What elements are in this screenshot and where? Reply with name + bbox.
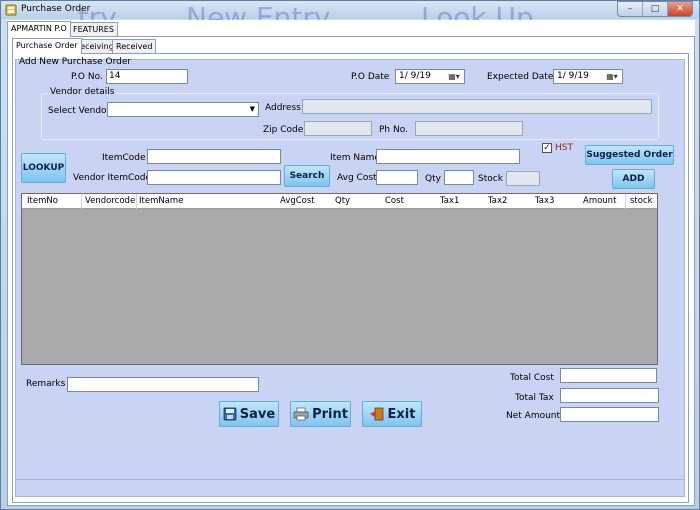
select-vendor-dropdown[interactable]: ▼ bbox=[107, 102, 259, 117]
calendar-dropdown-icon[interactable]: ▦▾ bbox=[604, 71, 620, 82]
column-header[interactable]: AvgCost bbox=[280, 196, 315, 206]
vendor-itemcode-input[interactable] bbox=[147, 170, 281, 185]
expected-date-label: Expected Date bbox=[487, 72, 554, 82]
purchase-order-window: Purchase Order ...try New Entry Look Up … bbox=[0, 0, 700, 510]
tab-apmartin-po[interactable]: APMARTIN P.O bbox=[7, 21, 71, 37]
vendor-details-title: Vendor details bbox=[48, 87, 117, 97]
zip-code-field[interactable] bbox=[304, 121, 372, 136]
close-button[interactable]: ✕ bbox=[668, 2, 692, 16]
po-date-value: 1/ 9/19 bbox=[399, 71, 431, 81]
items-grid[interactable]: ItemNo Vendorcode ItemName AvgCost Qty C… bbox=[21, 193, 658, 365]
stock-label: Stock bbox=[478, 174, 503, 184]
column-divider[interactable] bbox=[81, 194, 82, 209]
column-header[interactable]: Tax2 bbox=[488, 196, 507, 206]
search-button[interactable]: Search bbox=[284, 165, 330, 187]
total-tax-label: Total Tax bbox=[515, 393, 554, 403]
column-header[interactable]: ItemName bbox=[139, 196, 183, 206]
exit-button[interactable]: Exit bbox=[362, 401, 422, 427]
column-header[interactable]: Tax3 bbox=[535, 196, 554, 206]
expected-date-picker[interactable]: 1/ 9/19 ▦▾ bbox=[553, 69, 623, 84]
phone-label: Ph No. bbox=[379, 125, 408, 135]
stock-field[interactable] bbox=[506, 171, 540, 186]
column-header[interactable]: Tax1 bbox=[440, 196, 459, 206]
column-header[interactable]: Amount bbox=[583, 196, 616, 206]
lookup-button[interactable]: LOOKUP bbox=[21, 153, 66, 183]
item-name-input[interactable] bbox=[376, 149, 520, 164]
remarks-input[interactable] bbox=[67, 377, 259, 392]
expected-date-value: 1/ 9/19 bbox=[557, 71, 589, 81]
column-divider[interactable] bbox=[625, 194, 626, 209]
total-cost-label: Total Cost bbox=[510, 373, 554, 383]
qty-input[interactable] bbox=[444, 170, 474, 185]
qty-label: Qty bbox=[425, 174, 441, 184]
app-window-icon bbox=[5, 4, 17, 16]
column-header[interactable]: Cost bbox=[385, 196, 404, 206]
total-tax-field[interactable] bbox=[560, 388, 659, 403]
add-button[interactable]: ADD bbox=[612, 169, 655, 189]
po-no-input[interactable]: 14 bbox=[106, 69, 188, 84]
total-cost-field[interactable] bbox=[560, 368, 657, 383]
print-button[interactable]: Print bbox=[290, 401, 351, 427]
save-button-label: Save bbox=[239, 406, 276, 422]
itemcode-label: ItemCode bbox=[102, 153, 146, 163]
grid-header: ItemNo Vendorcode ItemName AvgCost Qty C… bbox=[22, 194, 657, 209]
po-date-label: P.O Date bbox=[351, 72, 390, 82]
column-divider[interactable] bbox=[136, 194, 137, 209]
net-amount-label: Net Amount bbox=[506, 411, 561, 421]
printer-icon bbox=[293, 407, 309, 421]
chevron-down-icon: ▼ bbox=[249, 105, 255, 113]
zip-code-label: Zip Code bbox=[263, 125, 304, 135]
tab-received[interactable]: Received bbox=[112, 39, 157, 54]
hst-label: HST bbox=[555, 143, 573, 153]
maximize-button[interactable]: □ bbox=[643, 2, 668, 16]
title-bar[interactable]: Purchase Order ...try New Entry Look Up … bbox=[1, 1, 699, 34]
column-header[interactable]: ItemNo bbox=[27, 196, 58, 206]
calendar-dropdown-icon[interactable]: ▦▾ bbox=[446, 71, 462, 82]
hst-checkbox[interactable]: ✓ bbox=[542, 143, 552, 153]
window-controls: – □ ✕ bbox=[617, 1, 693, 17]
section-title: Add New Purchase Order bbox=[19, 57, 132, 67]
po-date-picker[interactable]: 1/ 9/19 ▦▾ bbox=[395, 69, 465, 84]
status-bar bbox=[15, 479, 685, 495]
remarks-label: Remarks bbox=[26, 379, 66, 389]
print-button-label: Print bbox=[312, 406, 348, 422]
suggested-order-button[interactable]: Suggested Order bbox=[585, 145, 674, 165]
item-name-label: Item Name bbox=[330, 153, 380, 163]
tab-features[interactable]: FEATURES bbox=[69, 22, 118, 37]
po-no-label: P.O No. bbox=[71, 72, 103, 82]
minimize-button[interactable]: – bbox=[618, 2, 643, 16]
net-amount-field[interactable] bbox=[560, 407, 659, 422]
address-label: Address bbox=[265, 103, 301, 113]
vendor-itemcode-label: Vendor ItemCode bbox=[73, 173, 152, 183]
column-header[interactable]: stock bbox=[630, 196, 653, 206]
exit-door-icon bbox=[369, 407, 383, 421]
phone-field[interactable] bbox=[415, 121, 523, 136]
tab-purchase-order[interactable]: Purchase Order bbox=[12, 38, 82, 54]
column-header[interactable]: Qty bbox=[335, 196, 350, 206]
avg-cost-input[interactable] bbox=[376, 170, 418, 185]
save-button[interactable]: Save bbox=[219, 401, 279, 427]
save-icon bbox=[223, 407, 237, 421]
itemcode-input[interactable] bbox=[147, 149, 281, 164]
avg-cost-label: Avg Cost bbox=[337, 173, 377, 183]
select-vendor-label: Select Vendor bbox=[48, 106, 111, 116]
column-header[interactable]: Vendorcode bbox=[85, 196, 135, 206]
address-field[interactable] bbox=[302, 99, 652, 114]
exit-button-label: Exit bbox=[387, 406, 416, 422]
